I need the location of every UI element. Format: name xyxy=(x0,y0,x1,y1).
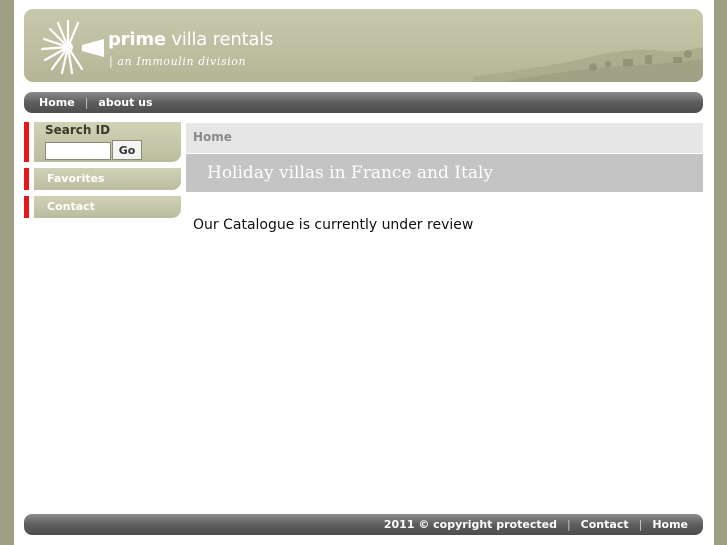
footer-separator: | xyxy=(638,518,643,531)
page-banner: Holiday villas in France and Italy xyxy=(186,154,703,192)
breadcrumb-home: Home xyxy=(193,130,232,144)
nav-separator: | xyxy=(84,96,89,109)
top-nav: Home | about us xyxy=(24,92,703,113)
landscape-illustration xyxy=(473,47,703,82)
search-id-input[interactable] xyxy=(45,142,111,160)
nav-about-link[interactable]: about us xyxy=(98,96,152,109)
contact-link[interactable]: Contact xyxy=(47,200,95,213)
brand-tagline: | an Immoulin division xyxy=(109,55,247,68)
sidebar-item-favorites[interactable]: Favorites xyxy=(24,168,181,190)
footer-contact-link[interactable]: Contact xyxy=(581,518,629,531)
sidebar-item-contact[interactable]: Contact xyxy=(24,196,181,218)
footer-separator: | xyxy=(566,518,571,531)
search-panel: Search ID Go xyxy=(24,122,181,162)
favorites-link[interactable]: Favorites xyxy=(47,172,104,185)
catalogue-notice: Our Catalogue is currently under review xyxy=(193,217,474,233)
windmill-logo-icon xyxy=(40,19,104,75)
copyright-text: 2011 © copyright protected xyxy=(383,518,557,531)
breadcrumb: Home xyxy=(186,123,703,153)
go-button[interactable]: Go xyxy=(112,140,142,160)
brand-name: prime villa rentals xyxy=(108,29,274,50)
site-header: prime villa rentals | an Immoulin divisi… xyxy=(24,9,703,82)
banner-title: Holiday villas in France and Italy xyxy=(207,163,494,183)
nav-home-link[interactable]: Home xyxy=(39,96,75,109)
search-title: Search ID xyxy=(45,123,111,137)
footer-home-link[interactable]: Home xyxy=(652,518,688,531)
site-footer: 2011 © copyright protected | Contact | H… xyxy=(24,514,703,535)
